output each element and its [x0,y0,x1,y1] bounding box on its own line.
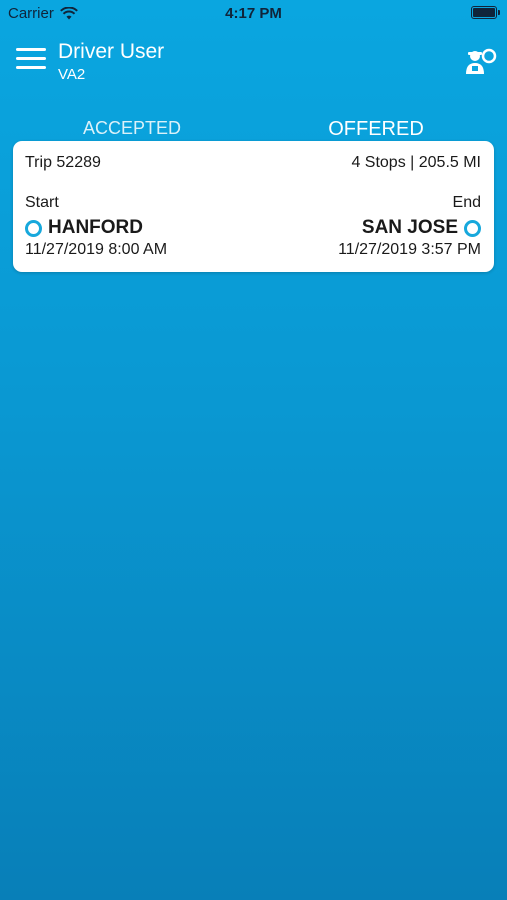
trip-summary: 4 Stops | 205.5 MI [351,154,481,171]
menu-icon-bar-bottom [16,66,46,69]
status-bar: Carrier 4:17 PM [0,0,507,28]
driver-profile-icon[interactable] [463,46,497,78]
start-city: HANFORD [48,217,143,238]
page-title: Driver User [58,40,165,63]
start-marker-icon [25,219,42,237]
status-time: 4:17 PM [225,5,282,22]
start-location: HANFORD [25,217,143,239]
status-right [471,6,500,19]
start-label: Start [25,194,59,211]
start-time: 11/27/2019 8:00 AM [25,241,168,258]
end-location: SAN JOSE [362,217,481,239]
menu-icon-bar-top [16,48,46,51]
end-time: 11/27/2019 3:57 PM [338,241,481,258]
trip-card[interactable]: Trip 52289 4 Stops | 205.5 MI Start End … [13,141,494,272]
page-subtitle: VA2 [58,66,86,83]
menu-button[interactable] [16,48,46,72]
battery-icon [471,6,500,19]
end-city: SAN JOSE [361,217,458,238]
end-label: End [452,194,481,211]
trip-number: Trip 52289 [25,154,101,171]
header: Driver User VA2 ACCEPTED OFFERED [0,28,507,157]
end-marker-icon [464,219,481,237]
menu-icon-bar-middle [16,57,46,60]
